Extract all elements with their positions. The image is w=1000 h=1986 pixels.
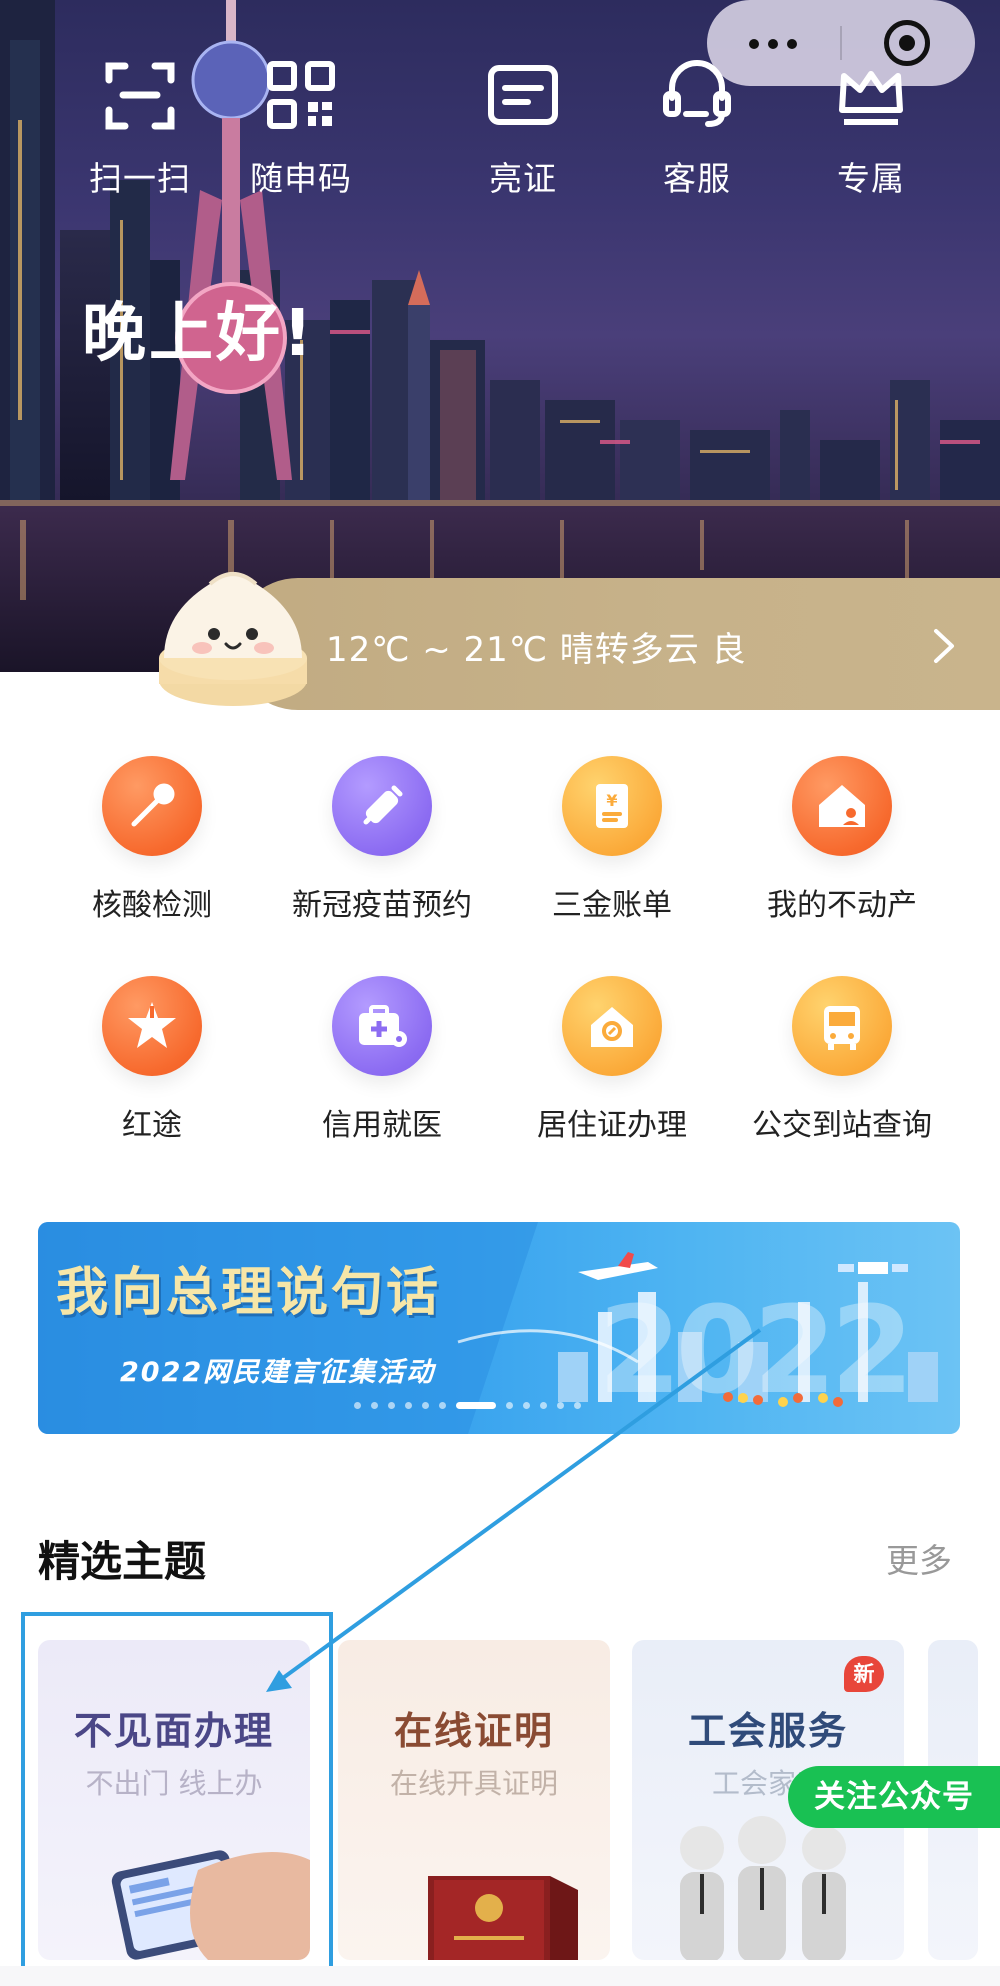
service-vaccine[interactable]: 新冠疫苗预约 — [262, 756, 502, 924]
banner-subtitle: 2022网民建言征集活动 — [120, 1357, 436, 1388]
bus-icon — [792, 976, 892, 1076]
crown-icon — [839, 71, 903, 125]
toolbar-item-qr[interactable]: 随申码 — [226, 58, 376, 200]
service-bill[interactable]: ¥ 三金账单 — [492, 756, 732, 924]
swab-icon — [102, 756, 202, 856]
banner-title: 我向总理说句话 — [56, 1262, 442, 1323]
household-register-image — [428, 1876, 578, 1960]
headset-icon — [663, 60, 731, 127]
medical-kit-icon — [332, 976, 432, 1076]
id-card-icon — [488, 65, 558, 125]
service-label: 核酸检测 — [92, 888, 212, 923]
toolbar-item-service[interactable]: 客服 — [622, 58, 772, 200]
toolbar-label: 随申码 — [250, 159, 352, 198]
greeting-text: 晚上好! — [82, 297, 316, 371]
service-credit-medical[interactable]: 信用就医 — [262, 976, 502, 1144]
promo-banner[interactable]: 2022 我向总理说句话 2022网民建言征集活动 — [38, 1222, 960, 1434]
qr-code-icon — [267, 61, 335, 129]
toolbar-item-id[interactable]: 亮证 — [448, 58, 598, 200]
home-badge-icon — [562, 976, 662, 1076]
service-label: 新冠疫苗预约 — [292, 888, 472, 923]
toolbar-label: 亮证 — [489, 159, 557, 198]
service-label: 我的不动产 — [767, 888, 917, 923]
toolbar-label: 客服 — [663, 159, 731, 198]
service-label: 红途 — [122, 1108, 182, 1143]
bun-mascot-icon — [159, 572, 307, 706]
weather-text: 12℃ ~ 21℃ 晴转多云 良 — [326, 630, 747, 670]
year-art: 2022 — [598, 1282, 908, 1421]
service-residence-permit[interactable]: 居住证办理 — [492, 976, 732, 1144]
card-online-certificate[interactable]: 在线证明 在线开具证明 — [338, 1640, 610, 1960]
toolbar-item-exclusive[interactable]: 专属 — [796, 58, 946, 200]
scan-icon — [105, 62, 175, 130]
capsule-divider — [840, 26, 842, 60]
service-bus-arrival[interactable]: 公交到站查询 — [722, 976, 962, 1144]
service-property[interactable]: 我的不动产 — [722, 756, 962, 924]
service-label: 信用就医 — [322, 1108, 442, 1143]
chevron-right-icon[interactable] — [926, 625, 962, 667]
star-icon — [102, 976, 202, 1076]
follow-official-account-button[interactable]: 关注公众号 — [788, 1766, 1000, 1828]
toolbar-item-scan[interactable]: 扫一扫 — [65, 58, 215, 200]
section-title: 精选主题 — [38, 1537, 207, 1586]
service-label: 居住证办理 — [537, 1108, 687, 1143]
toolbar-label: 扫一扫 — [89, 159, 191, 198]
more-link[interactable]: 更多 — [886, 1534, 952, 1582]
toolbar-label: 专属 — [837, 159, 905, 198]
service-label: 三金账单 — [552, 888, 672, 923]
new-badge: 新 — [844, 1656, 884, 1692]
syringe-icon — [332, 756, 432, 856]
bottom-tab-bar-edge — [0, 1966, 1000, 1986]
service-red-route[interactable]: 红途 — [32, 976, 272, 1144]
house-icon — [792, 756, 892, 856]
svg-text:¥: ¥ — [606, 791, 617, 810]
banner-pagination — [354, 1402, 581, 1409]
bill-icon: ¥ — [562, 756, 662, 856]
service-label: 公交到站查询 — [752, 1108, 932, 1143]
highlight-box — [21, 1612, 333, 1972]
service-nucleic-test[interactable]: 核酸检测 — [32, 756, 272, 924]
